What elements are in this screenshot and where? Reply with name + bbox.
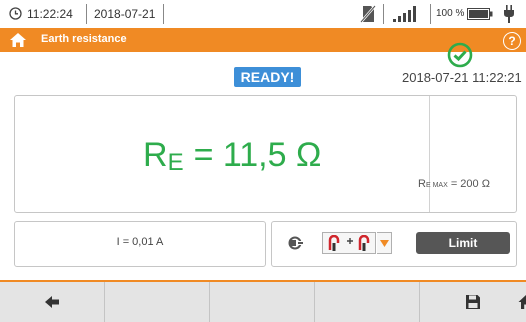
result-symbol: R: [143, 136, 168, 174]
check-circle-icon: [447, 42, 473, 68]
limit-prefix: R: [418, 178, 426, 190]
clock-icon: [9, 7, 22, 20]
battery-percentage: 100 %: [436, 8, 464, 19]
chevron-down-icon: [380, 240, 389, 247]
resistance-result: RE = 11,5 Ω: [143, 136, 321, 177]
current-reading: I = 0,01 A: [15, 236, 265, 248]
status-badge: READY!: [234, 67, 301, 87]
status-time: 11:22:24: [27, 7, 73, 21]
back-button[interactable]: [0, 282, 105, 322]
status-date: 2018-07-21: [94, 7, 155, 21]
home-icon: [518, 294, 526, 310]
clamp-meter-icon: [288, 235, 304, 251]
limit-button[interactable]: Limit: [416, 232, 510, 254]
status-separator: [383, 4, 384, 24]
power-plug-icon: [503, 4, 515, 24]
toolbar-button-empty-2[interactable]: [210, 282, 315, 322]
result-subscript: E: [168, 149, 184, 176]
status-separator: [163, 4, 164, 24]
signal-strength-icon: [392, 5, 424, 23]
clamp-pair-icon: [326, 235, 374, 252]
toolbar-button-empty-3[interactable]: [315, 282, 420, 322]
sd-card-disabled-icon: [360, 5, 376, 23]
result-panel: RE= 11,5 Ω: [14, 95, 517, 213]
save-icon: [465, 294, 481, 310]
clamp-mode-select[interactable]: [322, 232, 376, 254]
arrow-left-icon: [44, 294, 60, 310]
status-bar: 11:22:24 2018-07-21 100 %: [0, 0, 526, 28]
limit-number: = 200 Ω: [451, 178, 490, 190]
page-title: Earth resistance: [41, 33, 127, 45]
battery-icon: [467, 8, 493, 20]
status-separator: [86, 4, 87, 24]
panel-divider: [429, 96, 430, 212]
current-panel: I = 0,01 A: [14, 221, 266, 267]
help-button[interactable]: ?: [503, 32, 521, 50]
measurement-datetime: 2018-07-21 11:22:21: [402, 70, 522, 85]
limit-subscript: E MAX: [426, 182, 448, 189]
home-icon[interactable]: [9, 31, 27, 49]
result-value: = 11,5 Ω: [194, 136, 322, 174]
save-button[interactable]: [420, 282, 525, 322]
status-separator: [430, 4, 431, 24]
limit-value: RE MAX = 200 Ω: [418, 178, 490, 190]
toolbar-button-empty-1[interactable]: [105, 282, 210, 322]
bottom-toolbar: [0, 280, 526, 322]
clamp-mode-dropdown-arrow[interactable]: [377, 232, 392, 254]
